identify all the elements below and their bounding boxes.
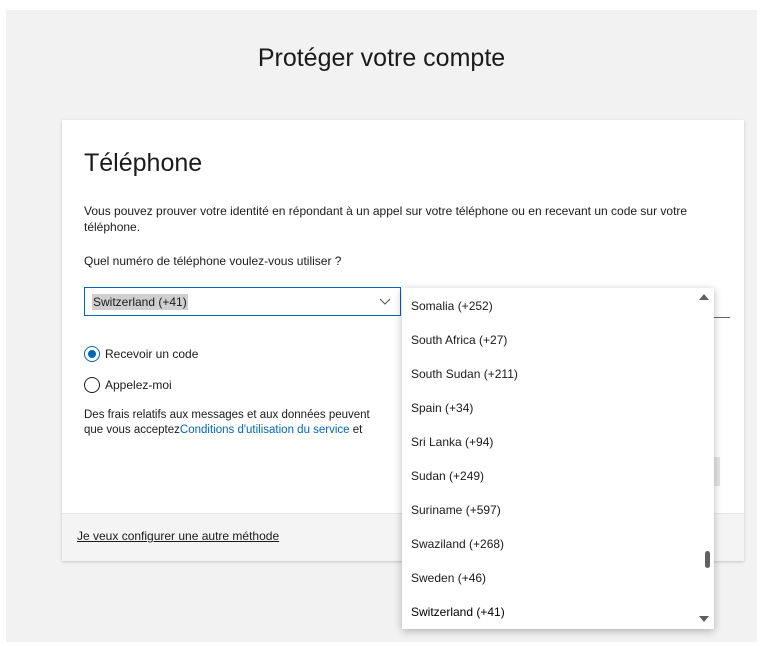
radio-button[interactable] bbox=[84, 377, 100, 393]
page-title: Protéger votre compte bbox=[257, 44, 506, 72]
country-option[interactable]: South Africa (+27) bbox=[411, 333, 507, 347]
country-option[interactable]: Sweden (+46) bbox=[411, 571, 486, 585]
fees-notice: Des frais relatifs aux messages et aux d… bbox=[84, 408, 414, 438]
country-option[interactable]: Suriname (+597) bbox=[411, 503, 501, 517]
country-option-selected[interactable]: Switzerland (+41) bbox=[411, 605, 505, 619]
country-option[interactable]: Spain (+34) bbox=[411, 401, 473, 415]
description-text: Vous pouvez prouver votre identité en ré… bbox=[84, 204, 688, 234]
phone-question-label: Quel numéro de téléphone voulez-vous uti… bbox=[84, 254, 342, 268]
scroll-up-arrow-icon[interactable] bbox=[699, 293, 709, 301]
country-code-select[interactable]: Switzerland (+41) bbox=[84, 287, 401, 316]
scrollbar-thumb[interactable] bbox=[705, 551, 710, 568]
fees-line-1: Des frais relatifs aux messages et aux d… bbox=[84, 409, 370, 421]
country-option[interactable]: Sri Lanka (+94) bbox=[411, 435, 493, 449]
radio-button-checked[interactable] bbox=[84, 346, 100, 362]
section-heading: Téléphone bbox=[84, 149, 203, 177]
country-option[interactable]: Somalia (+252) bbox=[411, 299, 493, 313]
fees-line-2-prefix: que vous acceptez bbox=[84, 424, 180, 436]
country-option[interactable]: South Sudan (+211) bbox=[411, 367, 518, 381]
country-dropdown-list[interactable]: Somalia (+252) South Africa (+27) South … bbox=[402, 288, 714, 629]
fees-line-2: que vous acceptezConditions d'utilisatio… bbox=[84, 423, 414, 438]
radio-call-me[interactable]: Appelez-moi bbox=[84, 377, 172, 393]
other-method-link[interactable]: Je veux configurer une autre méthode bbox=[77, 529, 279, 543]
scroll-down-arrow-icon[interactable] bbox=[699, 615, 709, 623]
chevron-down-icon bbox=[379, 298, 391, 305]
country-option[interactable]: Swaziland (+268) bbox=[411, 537, 504, 551]
radio-call-me-label: Appelez-moi bbox=[105, 378, 172, 392]
radio-receive-code-label: Recevoir un code bbox=[105, 347, 199, 361]
fees-line-2-suffix: et bbox=[349, 424, 363, 436]
terms-link[interactable]: Conditions d'utilisation du service bbox=[180, 424, 350, 436]
radio-receive-code[interactable]: Recevoir un code bbox=[84, 346, 198, 362]
country-select-value: Switzerland (+41) bbox=[92, 294, 188, 310]
country-option[interactable]: Sudan (+249) bbox=[411, 469, 484, 483]
